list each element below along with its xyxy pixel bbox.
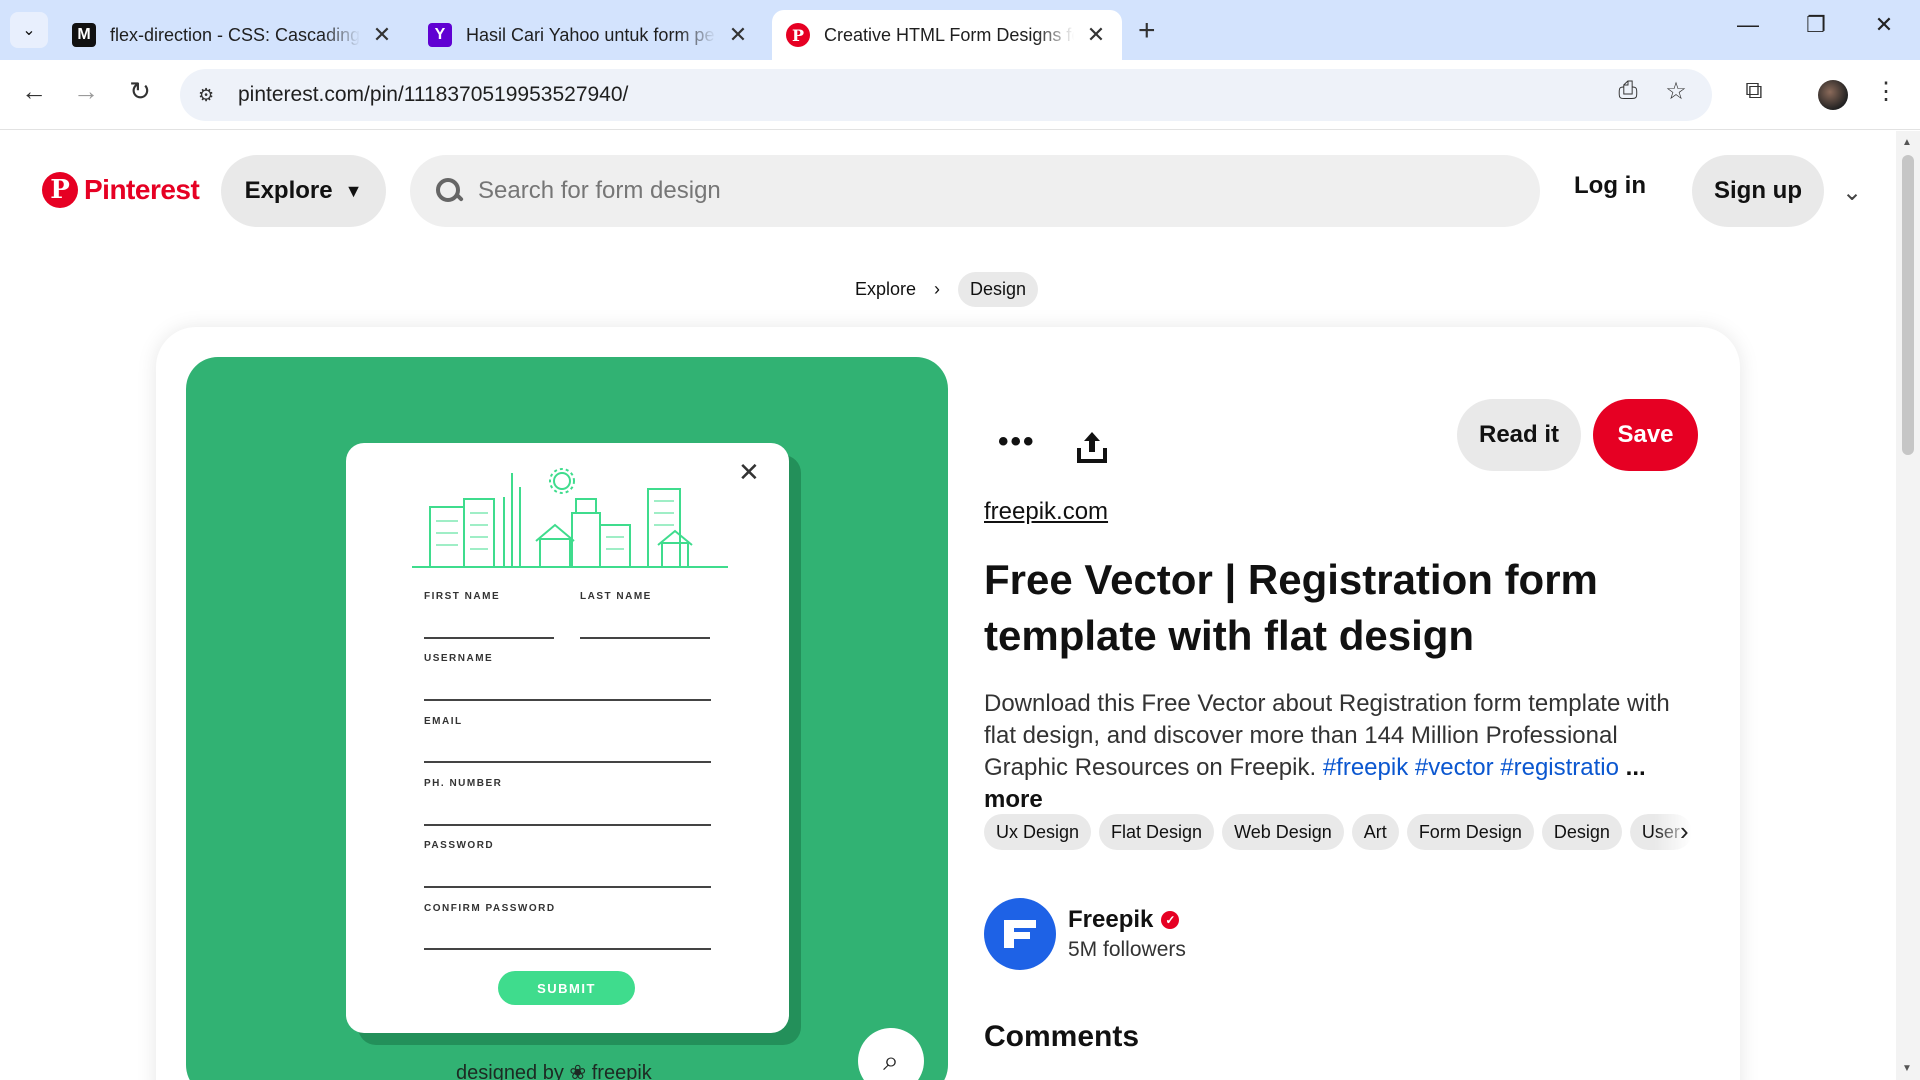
pin-title: Free Vector | Registration form template… [984,556,1598,659]
extensions-icon[interactable]: ⧉ [1736,77,1772,105]
tab-title: Hasil Cari Yahoo untuk form pe [466,24,715,45]
topic-chip[interactable]: Flat Design [1099,814,1215,850]
city-skyline-icon [412,468,728,568]
browser-tab-bar: ⌄ M flex-direction - CSS: Cascading ✕ Y … [0,0,1920,60]
profile-avatar[interactable] [1818,80,1848,110]
pin-image[interactable]: ✕ FIRST NAME LAST NAME USERNAME EMAIL PH… [186,357,948,1080]
minimize-button[interactable]: — [1728,12,1768,38]
topic-chip[interactable]: Ux Design [984,814,1092,850]
visual-search-button[interactable]: ⌕ [858,1028,924,1080]
chevron-right-icon: › [934,279,941,299]
tab-search-button[interactable]: ⌄ [10,12,48,48]
form-input-line [580,637,710,639]
form-label: LAST NAME [580,591,652,602]
hashtags[interactable]: #freepik #vector #registratio [1323,754,1619,781]
restore-button[interactable]: ❐ [1796,12,1836,38]
form-label: PASSWORD [424,840,495,851]
site-settings-icon[interactable]: ⚙ [198,85,226,106]
more-options-button[interactable]: ••• [998,425,1036,459]
forward-button[interactable]: → [68,76,104,107]
menu-kebab-icon[interactable]: ⋮ [1868,77,1904,106]
creator-avatar[interactable] [984,898,1056,970]
explore-label: Explore [244,177,333,204]
breadcrumb: Explore › Design [855,272,1039,307]
topic-chip[interactable]: Art [1351,814,1399,850]
creator-name-text: Freepik [1068,906,1154,933]
search-input[interactable] [478,177,1478,205]
form-input-line [424,886,711,888]
close-icon: ✕ [738,457,760,487]
search-bar[interactable] [410,155,1540,227]
form-label: PH. NUMBER [424,778,503,789]
page-scrollbar[interactable]: ▲ ▼ [1896,131,1920,1080]
form-label: FIRST NAME [424,591,501,602]
explore-button[interactable]: Explore ▼ [221,155,386,227]
breadcrumb-design[interactable]: Design [958,272,1039,307]
tab-title: Creative HTML Form Designs fo [824,24,1074,45]
url-text[interactable]: pinterest.com/pin/1118370519953527940/ [238,83,628,107]
lens-icon: ⌕ [883,1044,899,1076]
chevron-right-icon[interactable]: › [1680,816,1689,847]
topic-chip[interactable]: Web Design [1222,814,1344,850]
topic-chip[interactable]: Design [1541,814,1622,850]
breadcrumb-explore[interactable]: Explore [855,279,916,300]
form-illustration: ✕ FIRST NAME LAST NAME USERNAME EMAIL PH… [346,443,789,1033]
bookmark-star-icon[interactable]: ☆ [1658,77,1694,106]
form-input-line [424,699,711,701]
topic-chips: Ux Design Flat Design Web Design Art For… [984,814,1700,850]
pinterest-wordmark: Pinterest [84,174,200,205]
close-icon[interactable]: ✕ [1084,22,1108,48]
topic-chip[interactable]: Form Design [1406,814,1534,850]
search-icon [434,176,464,206]
verified-badge-icon: ✓ [1161,911,1180,929]
chevron-down-icon[interactable]: ⌄ [1842,178,1862,207]
pin-description: Download this Free Vector about Registra… [984,688,1704,816]
tab-pinterest[interactable]: P Creative HTML Form Designs fo ✕ [772,10,1122,60]
yahoo-icon: Y [428,23,452,47]
freepik-logo-icon [1004,920,1036,948]
chevron-down-icon: ⌄ [22,22,36,39]
form-input-line [424,761,711,763]
new-tab-button[interactable]: + [1138,14,1156,48]
pinterest-logo[interactable]: P Pinterest [42,172,200,208]
pinterest-icon: P [786,23,810,47]
install-app-icon[interactable]: ⎙ [1610,77,1646,105]
form-submit-illustration: SUBMIT [498,971,635,1005]
close-icon[interactable]: ✕ [370,22,394,48]
scrollbar-thumb[interactable] [1902,155,1914,455]
share-icon[interactable] [1076,430,1108,464]
save-button[interactable]: Save [1593,399,1698,471]
reload-button[interactable]: ↻ [122,76,158,107]
pinterest-logo-icon: P [42,172,78,208]
tab-mdn[interactable]: M flex-direction - CSS: Cascading ✕ [58,10,408,60]
close-icon[interactable]: ✕ [726,22,750,48]
back-button[interactable]: ← [16,76,52,107]
address-bar[interactable]: ⚙ pinterest.com/pin/1118370519953527940/ [180,69,1712,121]
chevron-down-icon: ▼ [344,180,363,201]
form-label: CONFIRM PASSWORD [424,903,556,914]
form-label: USERNAME [424,653,494,664]
creator-followers: 5M followers [1068,938,1186,961]
read-it-button[interactable]: Read it [1457,399,1581,471]
scroll-down-icon[interactable]: ▼ [1902,1063,1912,1074]
mdn-icon: M [72,23,96,47]
form-input-line [424,637,554,639]
form-input-line [424,824,711,826]
form-input-line [424,948,711,950]
image-credit: designed by ❀ freepik [456,1062,652,1080]
scroll-up-icon[interactable]: ▲ [1902,137,1912,148]
form-label: EMAIL [424,716,463,727]
tab-yahoo[interactable]: Y Hasil Cari Yahoo untuk form pe ✕ [414,10,764,60]
login-button[interactable]: Log in [1574,172,1646,200]
comments-heading: Comments [984,1020,1140,1053]
signup-button[interactable]: Sign up [1692,155,1824,227]
window-close-button[interactable]: ✕ [1864,12,1904,38]
creator-name[interactable]: Freepik ✓ [1068,906,1180,934]
source-link[interactable]: freepik.com [984,498,1108,526]
tab-title: flex-direction - CSS: Cascading [110,24,360,45]
browser-toolbar: ← → ↻ ⚙ pinterest.com/pin/11183705199535… [0,60,1920,130]
